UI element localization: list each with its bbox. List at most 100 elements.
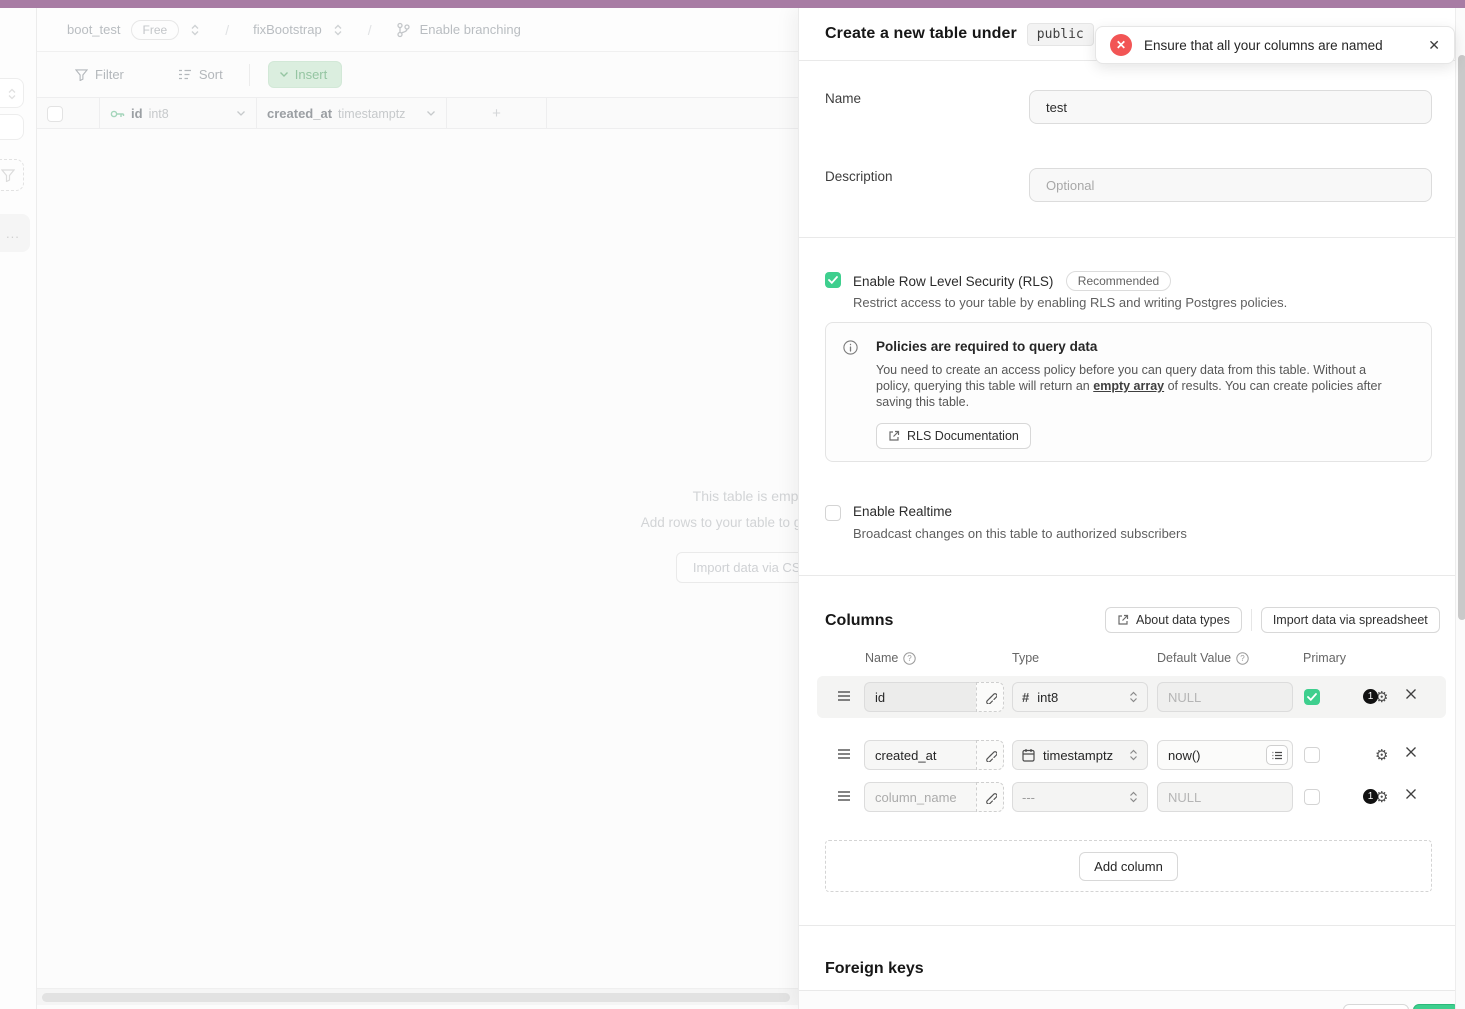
insert-label: Insert [295, 67, 328, 82]
link-icon [984, 691, 997, 704]
rls-documentation-button[interactable]: RLS Documentation [876, 423, 1031, 449]
chevrons-up-down-icon [1129, 691, 1138, 703]
plus-icon: + [492, 105, 501, 122]
check-icon [828, 276, 838, 284]
column-default-input[interactable] [1157, 782, 1293, 812]
rail-button-partial[interactable] [0, 114, 24, 140]
svg-text:?: ? [1240, 654, 1245, 663]
default-value-suggestions-button[interactable] [1266, 745, 1288, 765]
foreign-key-button[interactable] [976, 740, 1004, 770]
remove-column-icon[interactable] [1405, 688, 1417, 700]
column-settings-gear-icon[interactable]: ⚙ [1375, 746, 1388, 764]
chevron-down-icon [279, 71, 289, 78]
git-branch-icon [396, 22, 410, 38]
column-type-value: int8 [1037, 690, 1121, 705]
chevron-down-icon[interactable] [236, 110, 246, 117]
filter-button[interactable]: Filter [67, 63, 132, 86]
create-table-panel: Create a new table under public Name Des… [798, 8, 1465, 1009]
policies-info-box: Policies are required to query data You … [825, 322, 1432, 462]
toast-message: Ensure that all your columns are named [1144, 38, 1416, 53]
drag-handle-icon[interactable] [837, 790, 851, 802]
check-icon [1307, 693, 1317, 701]
list-icon [1272, 751, 1283, 760]
realtime-checkbox[interactable] [825, 505, 841, 521]
primary-checkbox[interactable] [1304, 789, 1320, 805]
primary-checkbox[interactable] [1304, 689, 1320, 705]
info-icon [843, 340, 858, 355]
chevron-down-icon[interactable] [426, 110, 436, 117]
header-default-value: Default Value ? [1157, 651, 1249, 665]
column-type-select[interactable]: --- [1012, 782, 1148, 812]
column-default-input[interactable] [1157, 682, 1293, 712]
column-header-id[interactable]: id int8 [100, 98, 257, 129]
insert-button[interactable]: Insert [268, 61, 343, 88]
svg-text:?: ? [908, 654, 913, 663]
drag-handle-icon[interactable] [837, 748, 851, 760]
drag-handle-icon[interactable] [837, 690, 851, 702]
schema-badge: public [1027, 23, 1094, 46]
enable-branching-button[interactable]: Enable branching [420, 22, 521, 37]
column-row-new: --- 1 ⚙ [817, 776, 1446, 818]
header-name-label: Name [865, 651, 898, 665]
add-column-header-cell[interactable]: + [447, 98, 547, 129]
filter-label: Filter [95, 67, 124, 82]
remove-column-icon[interactable] [1405, 746, 1417, 758]
column-name: created_at [267, 106, 332, 121]
screen: ... boot_test Free / fixBootstrap / Enab… [0, 0, 1465, 1009]
hash-icon: # [1022, 690, 1029, 705]
column-type-value: --- [1022, 790, 1121, 805]
column-name-input[interactable] [864, 682, 976, 712]
help-icon[interactable]: ? [903, 652, 916, 665]
breadcrumb-branch[interactable]: fixBootstrap [253, 22, 322, 37]
import-spreadsheet-button[interactable]: Import data via spreadsheet [1261, 607, 1440, 633]
description-label: Description [825, 169, 893, 184]
table-description-input[interactable] [1029, 168, 1432, 202]
import-spreadsheet-label: Import data via spreadsheet [1273, 613, 1428, 627]
foreign-key-button[interactable] [976, 782, 1004, 812]
panel-scrollbar-thumb[interactable] [1458, 55, 1465, 620]
chevrons-up-down-icon[interactable] [189, 23, 201, 37]
column-name-input[interactable] [864, 782, 976, 812]
rls-description: Restrict access to your table by enablin… [853, 295, 1287, 310]
more-button-partial[interactable]: ... [0, 214, 30, 252]
column-type: timestamptz [338, 107, 405, 121]
table-name-input[interactable] [1029, 90, 1432, 124]
section-divider [799, 575, 1465, 576]
select-all-checkbox[interactable] [47, 106, 63, 122]
remove-column-icon[interactable] [1405, 788, 1417, 800]
cancel-button[interactable]: Cancel [1343, 1004, 1409, 1009]
horizontal-scrollbar-thumb[interactable] [42, 993, 790, 1002]
add-column-button[interactable]: Add column [1079, 852, 1178, 881]
header-primary: Primary [1303, 651, 1346, 665]
sort-icon [178, 69, 192, 80]
toast-close-button[interactable]: ✕ [1428, 37, 1440, 54]
filter-dropzone-partial[interactable] [0, 159, 24, 191]
columns-actions: About data types Import data via spreads… [1105, 607, 1440, 633]
table-selector-partial[interactable] [0, 78, 24, 108]
realtime-description: Broadcast changes on this table to autho… [853, 526, 1187, 541]
primary-checkbox[interactable] [1304, 747, 1320, 763]
rls-documentation-label: RLS Documentation [907, 429, 1019, 443]
about-data-types-button[interactable]: About data types [1105, 607, 1242, 633]
save-button[interactable]: Save [1413, 1004, 1459, 1009]
ellipsis-icon: ... [6, 226, 20, 241]
column-name-input[interactable] [864, 740, 976, 770]
breadcrumb-separator: / [225, 22, 229, 38]
rls-checkbox[interactable] [825, 272, 841, 288]
funnel-icon [1, 169, 15, 182]
empty-array-link[interactable]: empty array [1093, 379, 1164, 393]
sort-button[interactable]: Sort [170, 63, 231, 86]
left-rail: ... [0, 8, 37, 1009]
settings-count-badge: 1 [1363, 689, 1378, 704]
breadcrumb-project[interactable]: boot_test [67, 22, 121, 37]
help-icon[interactable]: ? [1236, 652, 1249, 665]
funnel-icon [75, 69, 88, 81]
about-data-types-label: About data types [1136, 613, 1230, 627]
link-icon [984, 749, 997, 762]
foreign-key-button[interactable] [976, 682, 1004, 712]
column-type-select[interactable]: # int8 [1012, 682, 1148, 712]
chevrons-up-down-icon[interactable] [332, 23, 344, 37]
column-header-created-at[interactable]: created_at timestamptz [257, 98, 447, 129]
column-type-select[interactable]: timestamptz [1012, 740, 1148, 770]
columns-heading: Columns [825, 612, 893, 630]
